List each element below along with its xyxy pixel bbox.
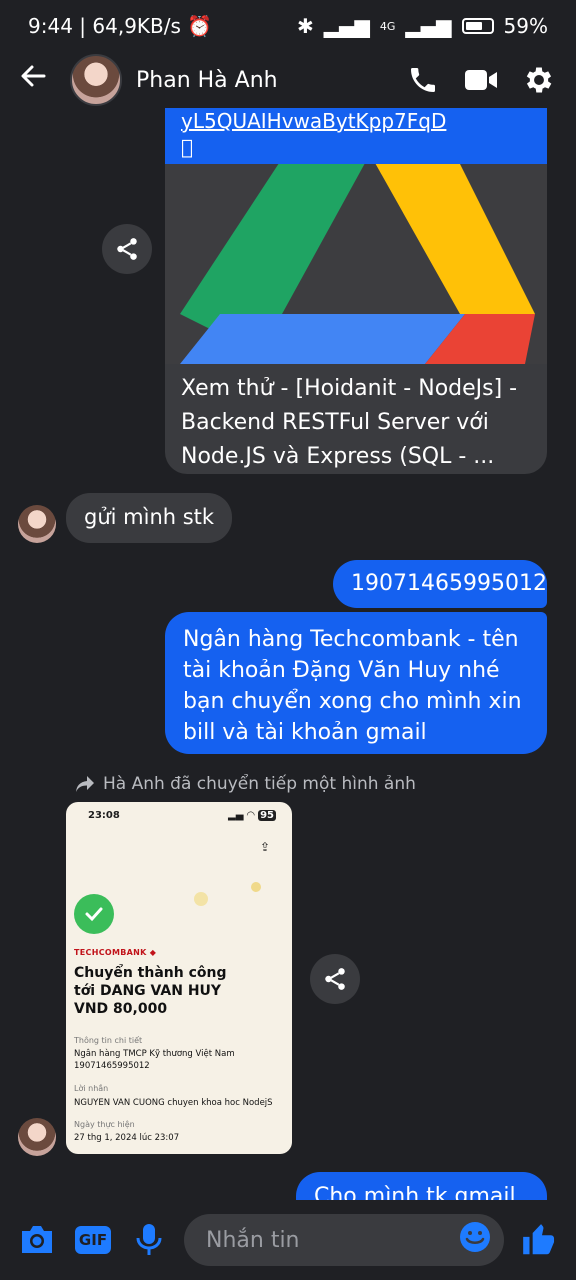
status-time: 9:44 (28, 14, 73, 38)
bank-brand-logo: TECHCOMBANK ◆ (74, 948, 157, 957)
message-outgoing[interactable]: Ngân hàng Techcombank - tên tài khoản Đặ… (165, 612, 547, 754)
receipt-date: 27 thg 1, 2024 lúc 23:07 (74, 1133, 180, 1143)
battery-icon (461, 18, 494, 34)
link-title: Xem thử - [Hoidanit - NodeJs] - Backend … (181, 376, 518, 469)
forward-icon (76, 776, 94, 792)
video-call-icon[interactable] (462, 61, 500, 99)
receipt-note-label: Lời nhắn (74, 1084, 109, 1093)
receipt-title: Chuyển thành công tới DANG VAN HUY VND 8… (74, 965, 227, 1017)
signal-icon-2: ▂▄▆ (405, 14, 452, 38)
camera-icon[interactable] (16, 1219, 58, 1261)
message-composer: GIF Nhắn tin (0, 1200, 576, 1280)
receipt-date-label: Ngày thực hiện (74, 1120, 135, 1129)
back-arrow-icon[interactable] (18, 60, 58, 100)
success-check-icon (74, 894, 114, 934)
link-preview-card[interactable]: yL5QUAIHvwaBytKpp7FqD   Xem thử - [Hoida… (165, 108, 547, 474)
chat-header: Phan Hà Anh (0, 52, 576, 108)
header-actions (404, 61, 558, 99)
status-speed: 64,9KB/s (92, 14, 181, 38)
message-input[interactable]: Nhắn tin (184, 1214, 504, 1266)
contact-name[interactable]: Phan Hà Anh (136, 68, 404, 93)
share-icon (325, 968, 345, 990)
message-incoming[interactable]: gửi mình stk (66, 493, 233, 543)
google-drive-logo (165, 164, 547, 364)
avatar[interactable] (18, 1118, 56, 1156)
receipt-bank: Ngân hàng TMCP Kỹ thương Việt Nam (74, 1049, 235, 1059)
share-icon (117, 238, 137, 260)
link-url[interactable]: yL5QUAIHvwaBytKpp7FqD   (165, 108, 547, 164)
share-button[interactable] (310, 954, 360, 1004)
google-drive-preview-image (165, 164, 547, 364)
gif-button[interactable]: GIF (72, 1219, 114, 1261)
status-left: 9:44 | 64,9KB/s ⏰ (28, 14, 213, 38)
message-outgoing[interactable]: 19071465995012 (333, 560, 547, 608)
emoji-icon[interactable] (458, 1220, 492, 1260)
message-input-placeholder: Nhắn tin (206, 1227, 300, 1253)
message-list[interactable]: yL5QUAIHvwaBytKpp7FqD   Xem thử - [Hoida… (0, 108, 576, 1200)
signal-icon: ▂▄▆ (323, 14, 370, 38)
status-right: ✱ ▂▄▆ 4G ▂▄▆ 59% (297, 14, 548, 38)
upload-icon: ⇪ (259, 840, 270, 854)
gear-icon[interactable] (520, 61, 558, 99)
forwarded-receipt-image[interactable]: 23:08 ▂▄ ◠ 95 ⇪ TECHCOMBANK ◆ Chuyển thà… (66, 802, 292, 1154)
phone-icon[interactable] (404, 61, 442, 99)
bluetooth-icon: ✱ (296, 14, 314, 38)
avatar[interactable] (70, 54, 122, 106)
receipt-account: 19071465995012 (74, 1061, 150, 1071)
battery-percent: 59% (503, 14, 548, 38)
alarm-icon: ⏰ (187, 14, 213, 38)
decor-dot (251, 882, 261, 892)
message-outgoing[interactable]: Cho mình tk gmail b (296, 1172, 547, 1200)
status-bar: 9:44 | 64,9KB/s ⏰ ✱ ▂▄▆ 4G ▂▄▆ 59% (0, 0, 576, 52)
receipt-status-bar: 23:08 ▂▄ ◠ 95 (88, 810, 276, 821)
receipt-details-label: Thông tin chi tiết (74, 1036, 143, 1045)
network-type: 4G (379, 19, 396, 33)
decor-dot (194, 892, 208, 906)
receipt-note: NGUYEN VAN CUONG chuyen khoa hoc NodejS (74, 1098, 273, 1108)
avatar[interactable] (18, 505, 56, 543)
share-button[interactable] (102, 224, 152, 274)
forward-note: Hà Anh đã chuyển tiếp một hình ảnh (75, 774, 416, 794)
like-icon[interactable] (518, 1219, 560, 1261)
microphone-icon[interactable] (128, 1219, 170, 1261)
gif-icon: GIF (75, 1226, 111, 1254)
